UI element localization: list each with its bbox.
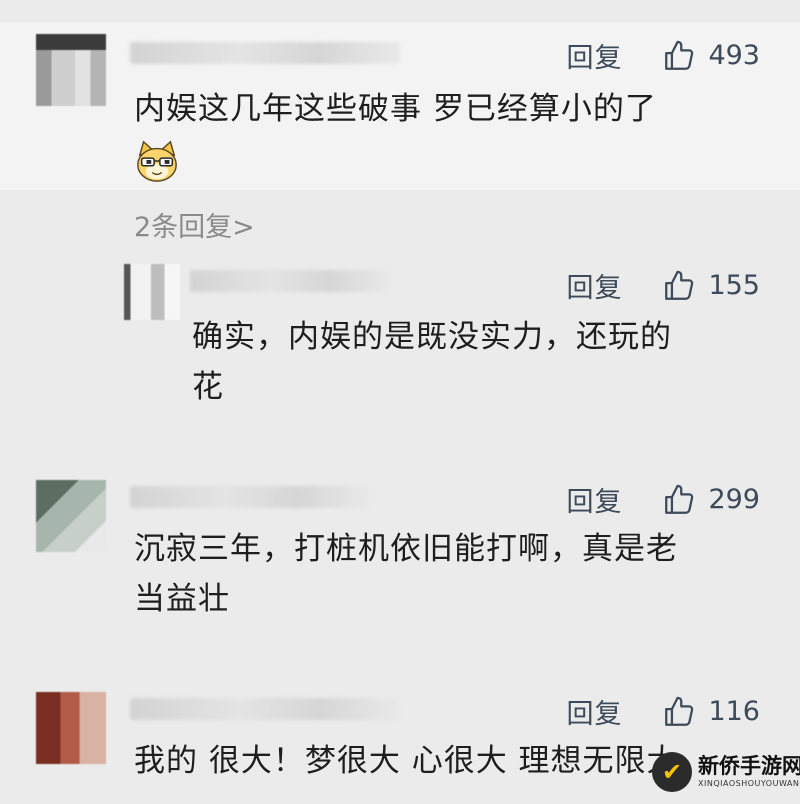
thumbs-up-icon [665,40,694,70]
reply-item: 回复 155 确实，内娱的是既没实力，还玩的 花 [0,250,800,430]
like-button[interactable]: 493 [662,39,760,73]
comment-text: 内娱这几年这些破事 罗已经算小的了 [134,84,657,134]
watermark-subtitle: XINQIAOSHOUYOUWANG [698,779,800,788]
reply-button[interactable]: 回复 [566,480,622,519]
comment-list: 回复 493 内娱这几年这些破事 罗已经算小的了 2条回复> 回复 155 确实… [0,0,800,804]
comment-actions: 回复 493 [566,36,760,75]
avatar[interactable] [36,480,106,552]
thumbs-up-icon [665,484,694,514]
reply-button[interactable]: 回复 [566,266,622,305]
like-button[interactable]: 155 [662,269,760,303]
comment-text: 沉寂三年，打桩机依旧能打啊，真是老 当益壮 [134,524,678,624]
reply-button[interactable]: 回复 [566,36,622,75]
comment-text-line: 我的 很大！梦很大 心很大 理想无限大 [134,743,679,779]
site-watermark: ✔ 新侨手游网 XINQIAOSHOUYOUWANG [652,750,800,796]
avatar[interactable] [124,264,180,320]
thumbs-up-icon [665,270,694,300]
username-redacted[interactable] [130,486,370,508]
watermark-logo-icon: ✔ [652,752,692,792]
comment-actions: 回复 299 [566,480,760,519]
comment-item: 回复 299 沉寂三年，打桩机依旧能打啊，真是老 当益壮 [0,466,800,636]
like-count: 116 [708,696,760,727]
view-replies-link[interactable]: 2条回复> [134,205,255,244]
comment-actions: 回复 155 [566,266,760,305]
like-count: 299 [708,484,760,515]
reply-button[interactable]: 回复 [566,692,622,731]
comment-text-line: 当益壮 [134,581,230,617]
comment-text: 确实，内娱的是既没实力，还玩的 花 [192,312,672,412]
avatar[interactable] [36,692,106,764]
comment-text-line: 沉寂三年，打桩机依旧能打啊，真是老 [134,531,678,567]
comment-actions: 回复 116 [566,692,760,731]
cat-glasses-emoji [137,140,177,182]
like-count: 493 [708,40,760,71]
thumbs-up-icon [665,696,694,726]
username-redacted[interactable] [130,42,400,64]
username-redacted[interactable] [190,270,390,292]
username-redacted[interactable] [130,698,400,720]
watermark-title: 新侨手游网 [698,754,800,778]
comment-text: 我的 很大！梦很大 心很大 理想无限大 [134,736,679,786]
comment-text-line: 花 [192,369,224,405]
avatar[interactable] [36,34,106,106]
like-button[interactable]: 299 [662,483,760,517]
like-count: 155 [708,270,760,301]
comment-text-line: 确实，内娱的是既没实力，还玩的 [192,319,672,355]
like-button[interactable]: 116 [662,695,760,729]
comment-item: 回复 493 内娱这几年这些破事 罗已经算小的了 2条回复> [0,0,800,260]
comment-text-line: 内娱这几年这些破事 罗已经算小的了 [134,91,657,127]
